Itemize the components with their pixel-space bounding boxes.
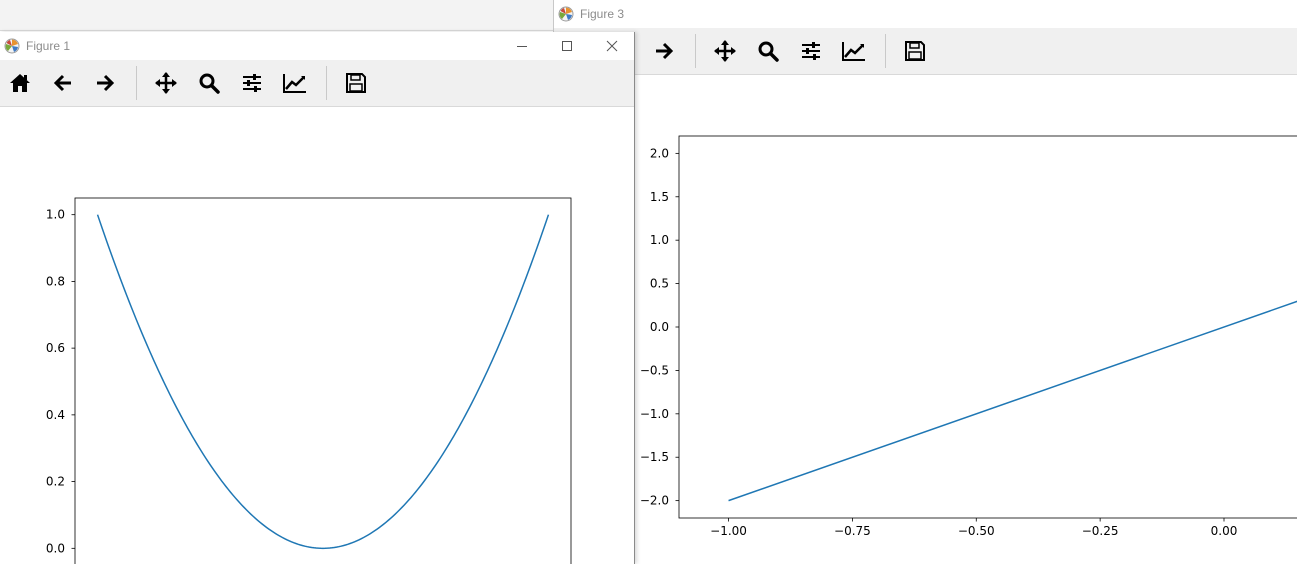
x-tick-label: −0.75 xyxy=(834,524,871,538)
forward-arrow-icon[interactable] xyxy=(647,33,681,69)
axes-frame xyxy=(678,135,1297,519)
save-icon[interactable] xyxy=(339,65,373,101)
series-line xyxy=(96,214,550,550)
x-tick-label: 0.00 xyxy=(1211,524,1238,538)
pan-icon[interactable] xyxy=(708,33,742,69)
configure-subplots-icon[interactable] xyxy=(235,65,269,101)
toolbar-separator xyxy=(326,66,327,100)
axes-frame xyxy=(74,197,572,564)
toolbar-separator xyxy=(695,34,696,68)
y-tick-label: 0.6 xyxy=(46,341,65,355)
figure1-toolbar xyxy=(0,60,634,107)
figure3-titlebar[interactable]: Figure 3 xyxy=(554,0,1297,28)
edit-axis-icon[interactable] xyxy=(837,33,871,69)
y-tick-label: −1.5 xyxy=(640,450,669,464)
x-tick-label: −0.50 xyxy=(958,524,995,538)
zoom-icon[interactable] xyxy=(751,33,785,69)
figure1-titlebar[interactable]: Figure 1 xyxy=(0,32,634,60)
save-icon[interactable] xyxy=(898,33,932,69)
zoom-icon[interactable] xyxy=(192,65,226,101)
figure3-window: Figure 3 −1.00 −0.75 −0.50 −0.25 0.00 −2… xyxy=(553,0,1297,564)
x-tick-label: −1.00 xyxy=(710,524,747,538)
y-tick-label: 2.0 xyxy=(650,146,669,160)
forward-arrow-icon[interactable] xyxy=(88,65,122,101)
figure3-plot[interactable]: −1.00−0.75−0.50−0.250.000.250.50−2.0−1.5… xyxy=(554,75,1297,564)
edit-axis-icon[interactable] xyxy=(278,65,312,101)
x-tick-label: −0.25 xyxy=(1082,524,1119,538)
y-tick-label: 1.5 xyxy=(650,190,669,204)
y-tick-label: 0.0 xyxy=(46,541,65,555)
toolbar-separator xyxy=(136,66,137,100)
y-tick-label: 1.0 xyxy=(650,233,669,247)
y-tick-label: 0.8 xyxy=(46,274,65,288)
background-window xyxy=(0,0,553,31)
pan-icon[interactable] xyxy=(149,65,183,101)
figure1-plot[interactable]: −1.00−0.75−0.50−0.250.000.250.500.751.00… xyxy=(0,107,634,564)
configure-subplots-icon[interactable] xyxy=(794,33,828,69)
figure3-toolbar xyxy=(554,28,1297,75)
y-tick-label: −1.0 xyxy=(640,407,669,421)
back-arrow-icon[interactable] xyxy=(46,65,80,101)
series-line xyxy=(728,300,1297,502)
y-tick-label: −0.5 xyxy=(640,363,669,377)
home-icon[interactable] xyxy=(3,65,37,101)
matplotlib-app-icon xyxy=(4,38,20,54)
matplotlib-app-icon xyxy=(558,6,574,22)
y-tick-label: 1.0 xyxy=(46,208,65,222)
y-tick-label: 0.5 xyxy=(650,277,669,291)
y-tick-label: −2.0 xyxy=(640,494,669,508)
maximize-icon[interactable] xyxy=(544,32,589,60)
y-tick-label: 0.4 xyxy=(46,408,65,422)
window-title: Figure 3 xyxy=(580,7,625,21)
minimize-icon[interactable] xyxy=(499,32,544,60)
figure3-canvas[interactable]: −1.00−0.75−0.50−0.250.000.250.50−2.0−1.5… xyxy=(554,75,1297,564)
window-title: Figure 1 xyxy=(26,39,71,53)
figure1-window: Figure 1 0.0 0.2 0.4 0.6 0.8 1.0 xyxy=(0,32,635,564)
figure1-canvas[interactable]: −1.00−0.75−0.50−0.250.000.250.500.751.00… xyxy=(0,107,634,564)
close-icon[interactable] xyxy=(589,32,634,60)
y-tick-label: 0.2 xyxy=(46,475,65,489)
toolbar-separator xyxy=(885,34,886,68)
y-tick-label: 0.0 xyxy=(650,320,669,334)
